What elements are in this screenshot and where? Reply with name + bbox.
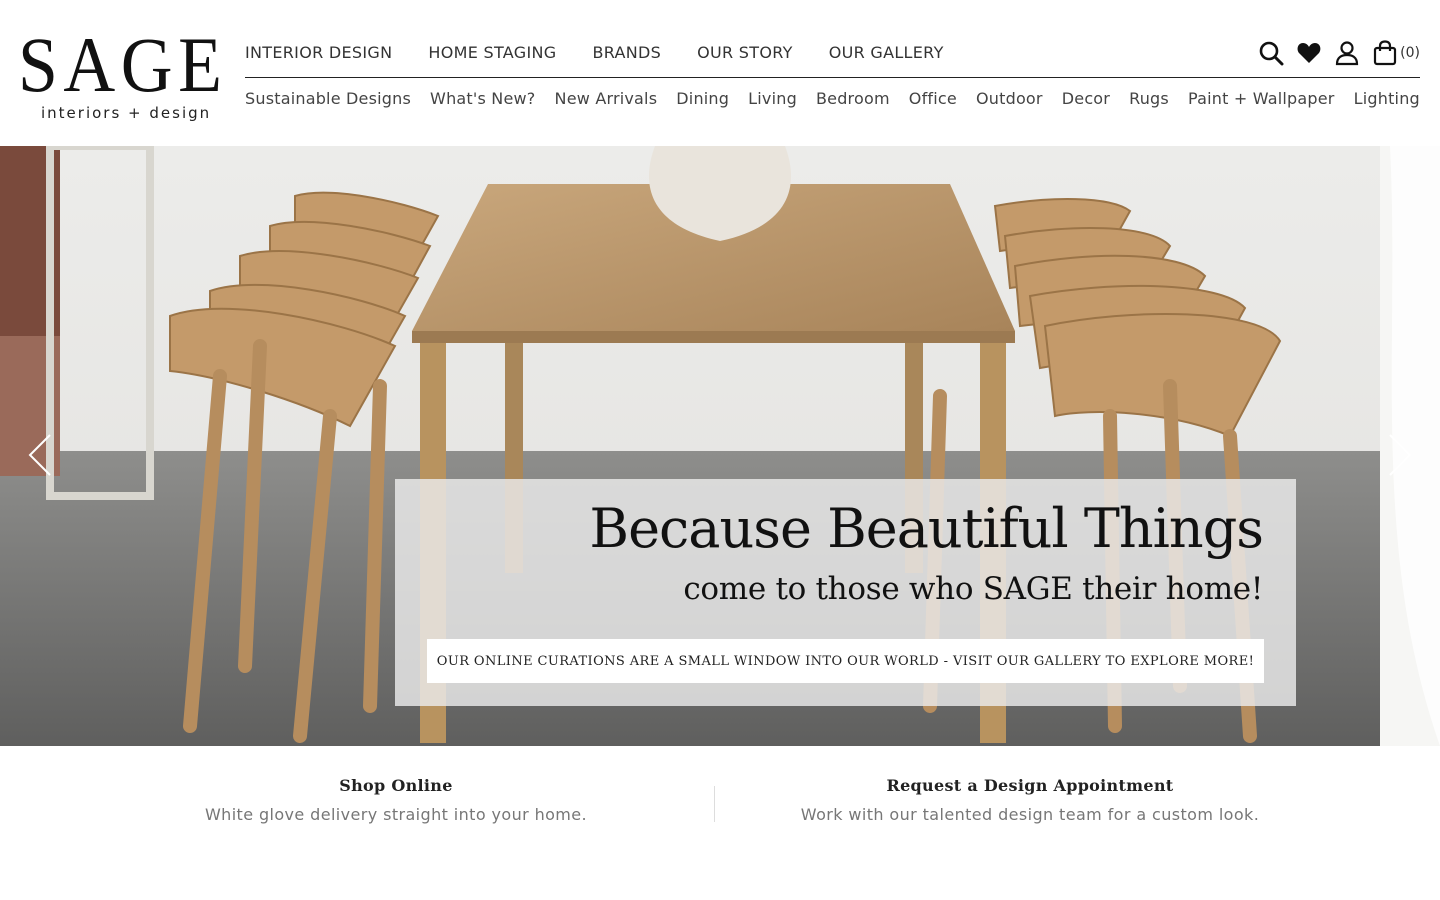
cat-living[interactable]: Living — [748, 89, 797, 108]
bag-icon[interactable] — [1372, 40, 1398, 66]
hero-headline: Because Beautiful Things — [589, 497, 1264, 560]
cat-dining[interactable]: Dining — [676, 89, 729, 108]
nav-divider — [245, 77, 1420, 78]
feature-title: Shop Online — [339, 776, 453, 795]
nav-our-story[interactable]: OUR STORY — [697, 43, 793, 62]
shop-online-feature[interactable]: Shop Online White glove delivery straigh… — [180, 776, 612, 824]
cat-whats-new[interactable]: What's New? — [430, 89, 535, 108]
nav-our-gallery[interactable]: OUR GALLERY — [829, 43, 944, 62]
feature-description: White glove delivery straight into your … — [204, 805, 588, 824]
nav-home-staging[interactable]: HOME STAGING — [428, 43, 556, 62]
hero-subheadline: come to those who SAGE their home! — [683, 571, 1263, 607]
hero-caption: Because Beautiful Things come to those w… — [395, 479, 1296, 706]
search-icon[interactable] — [1258, 40, 1284, 66]
logo[interactable]: SAGE interiors + design — [18, 26, 222, 126]
heart-icon[interactable] — [1296, 40, 1322, 66]
nav-interior-design[interactable]: INTERIOR DESIGN — [245, 43, 392, 62]
slider-prev-arrow[interactable] — [26, 433, 56, 477]
cat-rugs[interactable]: Rugs — [1129, 89, 1169, 108]
cat-paint-wallpaper[interactable]: Paint + Wallpaper — [1188, 89, 1335, 108]
feature-strip: Shop Online White glove delivery straigh… — [0, 746, 1440, 900]
hero-slider: Because Beautiful Things come to those w… — [0, 146, 1440, 746]
site-header: SAGE interiors + design INTERIOR DESIGN … — [0, 0, 1440, 146]
gallery-cta-button[interactable]: OUR ONLINE CURATIONS ARE A SMALL WINDOW … — [427, 639, 1264, 683]
category-nav: Sustainable Designs What's New? New Arri… — [245, 89, 1420, 108]
feature-divider — [714, 786, 715, 822]
slider-next-arrow[interactable] — [1384, 433, 1414, 477]
nav-brands[interactable]: BRANDS — [592, 43, 661, 62]
logo-wordmark: SAGE — [18, 21, 228, 108]
cat-new-arrivals[interactable]: New Arrivals — [555, 89, 658, 108]
cat-lighting[interactable]: Lighting — [1354, 89, 1420, 108]
header-actions: (0) — [1246, 40, 1420, 66]
cat-outdoor[interactable]: Outdoor — [976, 89, 1043, 108]
cat-bedroom[interactable]: Bedroom — [816, 89, 890, 108]
logo-tagline: interiors + design — [41, 104, 212, 122]
primary-nav: INTERIOR DESIGN HOME STAGING BRANDS OUR … — [245, 43, 980, 62]
feature-title: Request a Design Appointment — [886, 776, 1174, 795]
cat-decor[interactable]: Decor — [1062, 89, 1110, 108]
cart-count[interactable]: (0) — [1400, 45, 1420, 61]
user-icon[interactable] — [1334, 40, 1360, 66]
design-appointment-feature[interactable]: Request a Design Appointment Work with o… — [760, 776, 1300, 824]
feature-description: Work with our talented design team for a… — [800, 805, 1260, 824]
cat-office[interactable]: Office — [909, 89, 957, 108]
cat-sustainable-designs[interactable]: Sustainable Designs — [245, 89, 411, 108]
